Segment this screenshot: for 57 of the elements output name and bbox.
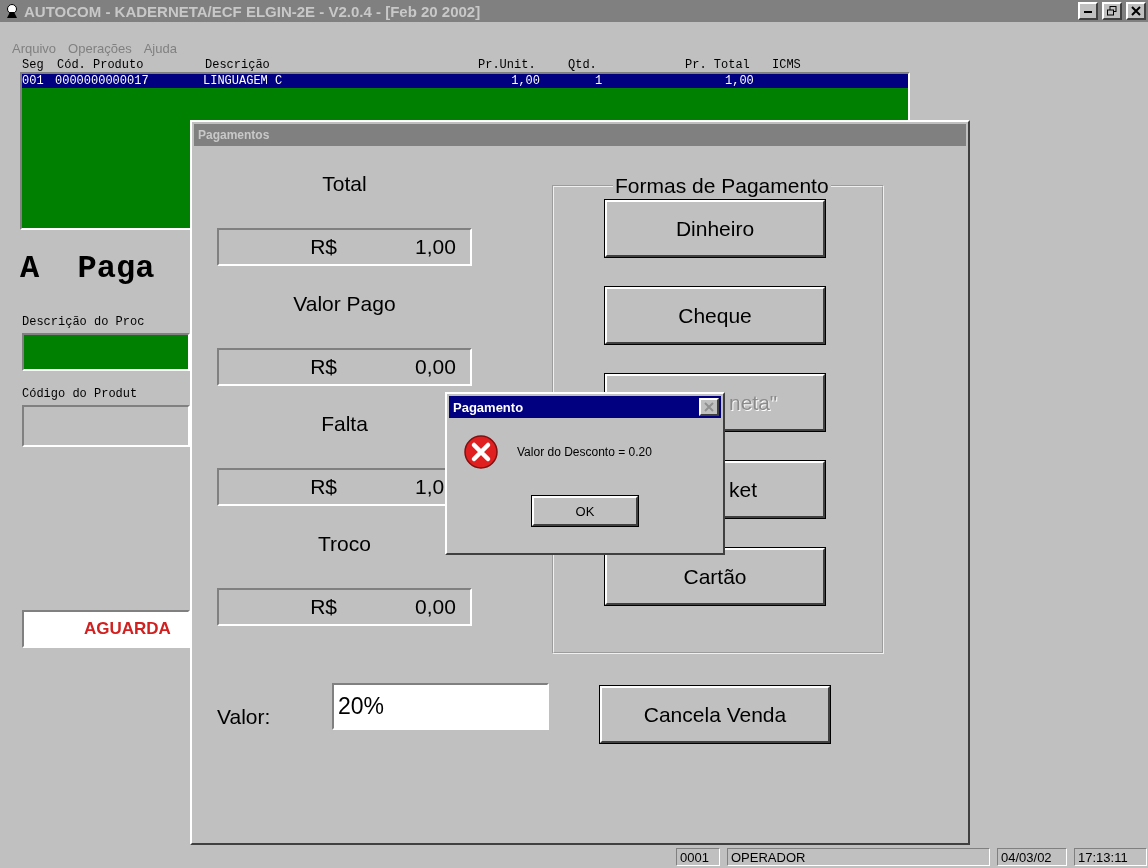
table-cell-text: 0000000000017	[55, 74, 150, 88]
column-header: Qtd.	[568, 58, 598, 72]
summary-label: Total	[321, 171, 368, 197]
amount-input[interactable]: 20%	[332, 683, 549, 730]
minimize-icon	[1084, 9, 1092, 13]
column-header: Cód. Produto	[57, 58, 145, 72]
message-text: Valor do Desconto = 0.20	[517, 445, 652, 459]
amount-label: Valor:	[217, 705, 272, 729]
status-message: AGUARDA	[22, 610, 190, 648]
payment-method-button[interactable]: Cartão	[605, 548, 825, 605]
input-field[interactable]	[22, 333, 190, 371]
minimize-button[interactable]	[1078, 2, 1098, 20]
group-title: Formas de Pagamento	[614, 174, 830, 198]
close-button[interactable]	[1126, 2, 1146, 20]
restore-button[interactable]	[1102, 2, 1122, 20]
column-header: Seg	[22, 58, 45, 72]
status-bar-cell: 04/03/02	[997, 848, 1067, 866]
amount-value: 0,00	[414, 355, 456, 379]
app-icon	[4, 3, 20, 19]
column-header: ICMS	[772, 58, 802, 72]
close-icon	[704, 402, 714, 412]
amount-value: 1,0	[414, 475, 445, 499]
status-bar-cell: OPERADOR	[727, 848, 990, 866]
currency-label: R$	[310, 595, 337, 619]
payment-method-button[interactable]: Dinheiro	[605, 200, 825, 257]
payment-method-button[interactable]: Cheque	[605, 287, 825, 344]
column-header: Pr. Total	[685, 58, 751, 72]
input-field[interactable]	[22, 405, 190, 447]
column-header: Descrição	[205, 58, 271, 72]
table-cell-text: 001	[22, 74, 45, 88]
table-row[interactable]: 001 0000000000017 LINGUAGEM C 1,00 1 1,00	[22, 74, 908, 88]
close-icon	[1131, 6, 1141, 16]
close-button[interactable]	[699, 398, 719, 416]
cancel-sale-button[interactable]: Cancela Venda	[600, 686, 830, 743]
column-header: Pr.Unit.	[478, 58, 537, 72]
summary-label: Troco	[317, 531, 372, 557]
amount-value: 1,00	[414, 235, 456, 259]
table-cell-text: 1,00	[724, 74, 755, 88]
table-cell-text: 1,00	[510, 74, 541, 88]
field-label: Descrição do Proc	[22, 315, 146, 329]
status-bar-cell: 17:13:11	[1074, 848, 1147, 866]
currency-label: R$	[310, 235, 337, 259]
table-cell-text: LINGUAGEM C	[203, 74, 284, 88]
dialog-title: Pagamentos	[198, 128, 271, 142]
message-title: Pagamento	[453, 399, 525, 415]
table-cell-text: 1	[594, 74, 604, 88]
currency-label: R$	[310, 355, 337, 379]
window-title: AUTOCOM - KADERNETA/ECF ELGIN-2E - V2.0.4 - [Feb 20 2002]	[24, 2, 482, 20]
amount-due-heading: A Paga	[20, 250, 156, 287]
ok-button[interactable]: OK	[532, 496, 638, 526]
summary-label: Valor Pago	[292, 291, 397, 317]
status-bar-cell: 0001	[676, 848, 720, 866]
amount-value: 0,00	[414, 595, 456, 619]
error-icon	[463, 434, 499, 470]
restore-icon	[1107, 6, 1117, 16]
field-label: Código do Produt	[22, 387, 139, 401]
currency-label: R$	[310, 475, 337, 499]
